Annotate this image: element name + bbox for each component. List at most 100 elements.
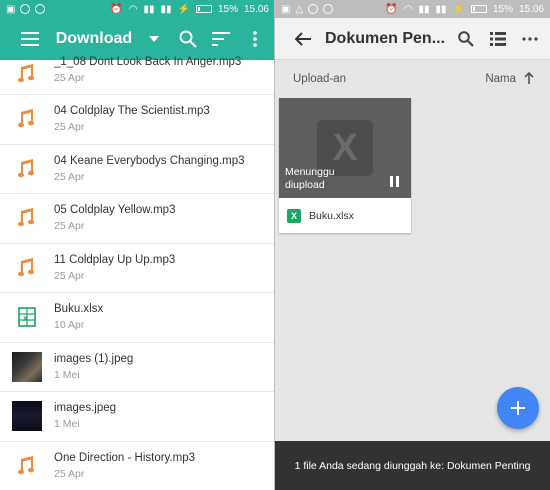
drive-pane: ▣ △ ⏰ ◠ ▮▮ ▮▮ ⚡ 15% 15.06 Dokumen Pen... [275,0,550,490]
file-date: 25 Apr [54,72,85,84]
whatsapp-icon [20,4,31,14]
sheets-icon: X [287,208,301,223]
folder-title: Dokumen Pen... [325,29,446,47]
sort-icon[interactable] [210,27,234,51]
more-options-icon[interactable] [243,27,267,51]
file-manager-pane: ▣ ⏰ ◠ ▮▮ ▮▮ ⚡ 15% 15.06 Download _1_08 D… [0,0,275,490]
file-texts: One Direction - History.mp3 25 Apr [54,452,195,480]
file-name: 05 Coldplay Yellow.mp3 [54,204,176,217]
file-name: images (1).jpeg [54,352,134,365]
signal-icon-2: ▮▮ [160,3,172,15]
upload-status-line1: Menunggu [285,166,335,178]
status-bar: ▣ ⏰ ◠ ▮▮ ▮▮ ⚡ 15% 15.06 [0,0,275,18]
chrome-icon [35,4,46,14]
sort-bar: Upload-an Nama [275,60,550,98]
image-thumbnail [0,351,54,382]
clock: 15.06 [518,3,544,15]
section-label: Upload-an [293,73,347,85]
signal-icon: ▮▮ [143,3,155,15]
file-row[interactable]: images (1).jpeg 1 Mei [0,343,275,392]
file-name: 11 Coldplay Up Up.mp3 [54,253,176,266]
file-date: 10 Apr [54,319,85,332]
folder-dropdown-icon[interactable] [142,27,166,51]
file-date: 25 Apr [54,121,85,134]
file-row[interactable]: 04 Coldplay The Scientist.mp3 25 Apr [0,95,275,145]
drive-icon: △ [295,3,304,15]
clock: 15.06 [243,3,269,15]
music-note-icon [0,109,54,129]
file-list: _1_08 Dont Look Back In Anger.mp3 25 Apr 0… [0,56,275,490]
notification-icons: ▣ △ [281,3,334,15]
charging-icon: ⚡ [177,3,190,15]
chrome-icon [323,4,334,14]
file-name: Buku.xlsx [309,209,354,222]
file-texts: 11 Coldplay Up Up.mp3 25 Apr [54,254,175,282]
file-name: 04 Coldplay The Scientist.mp3 [54,105,210,118]
file-texts: _1_08 Dont Look Back In Anger.mp3 25 Apr [54,56,241,84]
alarm-icon: ⏰ [385,3,398,15]
svg-text:X: X [23,316,28,323]
arrow-up-icon [524,71,534,87]
image-notification-icon: ▣ [6,3,16,15]
list-view-icon[interactable] [486,27,510,51]
file-row[interactable]: 05 Coldplay Yellow.mp3 25 Apr [0,194,275,244]
music-note-icon [0,455,54,476]
add-button[interactable] [497,387,539,429]
file-date: 25 Apr [54,269,85,282]
file-preview: X Menunggu diupload [279,98,411,198]
plus-icon [511,401,525,415]
status-bar: ▣ △ ⏰ ◠ ▮▮ ▮▮ ⚡ 15% 15.06 [275,0,550,18]
image-thumbnail [0,401,54,432]
file-name: 04 Keane Everybodys Changing.mp3 [54,154,245,167]
file-row[interactable]: 04 Keane Everybodys Changing.mp3 25 Apr [0,145,275,194]
charging-icon: ⚡ [452,3,465,15]
file-date: 1 Mei [54,368,80,381]
file-row[interactable]: One Direction - History.mp3 25 Apr [0,442,275,490]
search-icon[interactable] [454,27,478,51]
file-row[interactable]: 11 Coldplay Up Up.mp3 25 Apr [0,244,275,293]
notification-icons: ▣ [6,3,46,15]
file-date: 25 Apr [54,220,85,233]
file-card-footer: X Buku.xlsx [279,198,411,233]
file-texts: 04 Coldplay The Scientist.mp3 25 Apr [54,105,210,133]
battery-percent: 15% [217,3,238,15]
more-options-icon[interactable] [518,27,542,51]
signal-icon: ▮▮ [418,3,430,15]
sort-by-name[interactable]: Nama [485,71,534,87]
upload-file-card[interactable]: X Menunggu diupload X Buku.xlsx [279,98,411,233]
file-name: images.jpeg [54,402,117,415]
music-note-icon [0,64,54,84]
signal-icon-2: ▮▮ [435,3,447,15]
file-texts: images.jpeg 1 Mei [54,402,116,430]
wifi-icon: ◠ [128,3,138,15]
upload-status: Menunggu diupload [285,166,365,192]
file-row[interactable]: X Buku.xlsx 10 Apr [0,293,275,343]
sort-label: Nama [485,73,516,85]
file-row[interactable]: _1_08 Dont Look Back In Anger.mp3 25 Apr [0,56,275,95]
file-texts: Buku.xlsx 10 Apr [54,303,103,331]
music-note-icon [0,158,54,179]
battery-icon [195,5,212,13]
battery-icon [470,5,487,13]
file-date: 1 Mei [54,418,80,431]
file-date: 25 Apr [54,467,85,480]
file-name: _1_08 Dont Look Back In Anger.mp3 [54,56,242,68]
pause-icon[interactable] [390,174,399,192]
file-texts: 05 Coldplay Yellow.mp3 25 Apr [54,204,175,232]
file-name: Buku.xlsx [54,303,104,316]
music-note-icon [0,257,54,278]
folder-title: Download [55,30,133,47]
file-name: One Direction - History.mp3 [54,451,196,464]
file-texts: images (1).jpeg 1 Mei [54,353,133,381]
app-bar: Dokumen Pen... [275,18,550,60]
menu-icon[interactable] [18,27,42,51]
back-arrow-icon[interactable] [291,27,315,51]
file-row[interactable]: images.jpeg 1 Mei [0,392,275,442]
image-notification-icon: ▣ [281,3,291,15]
whatsapp-icon [308,4,319,14]
battery-percent: 15% [492,3,513,15]
wifi-icon: ◠ [403,3,413,15]
spreadsheet-icon: X [0,307,54,328]
file-date: 25 Apr [54,170,85,183]
search-icon[interactable] [176,27,200,51]
